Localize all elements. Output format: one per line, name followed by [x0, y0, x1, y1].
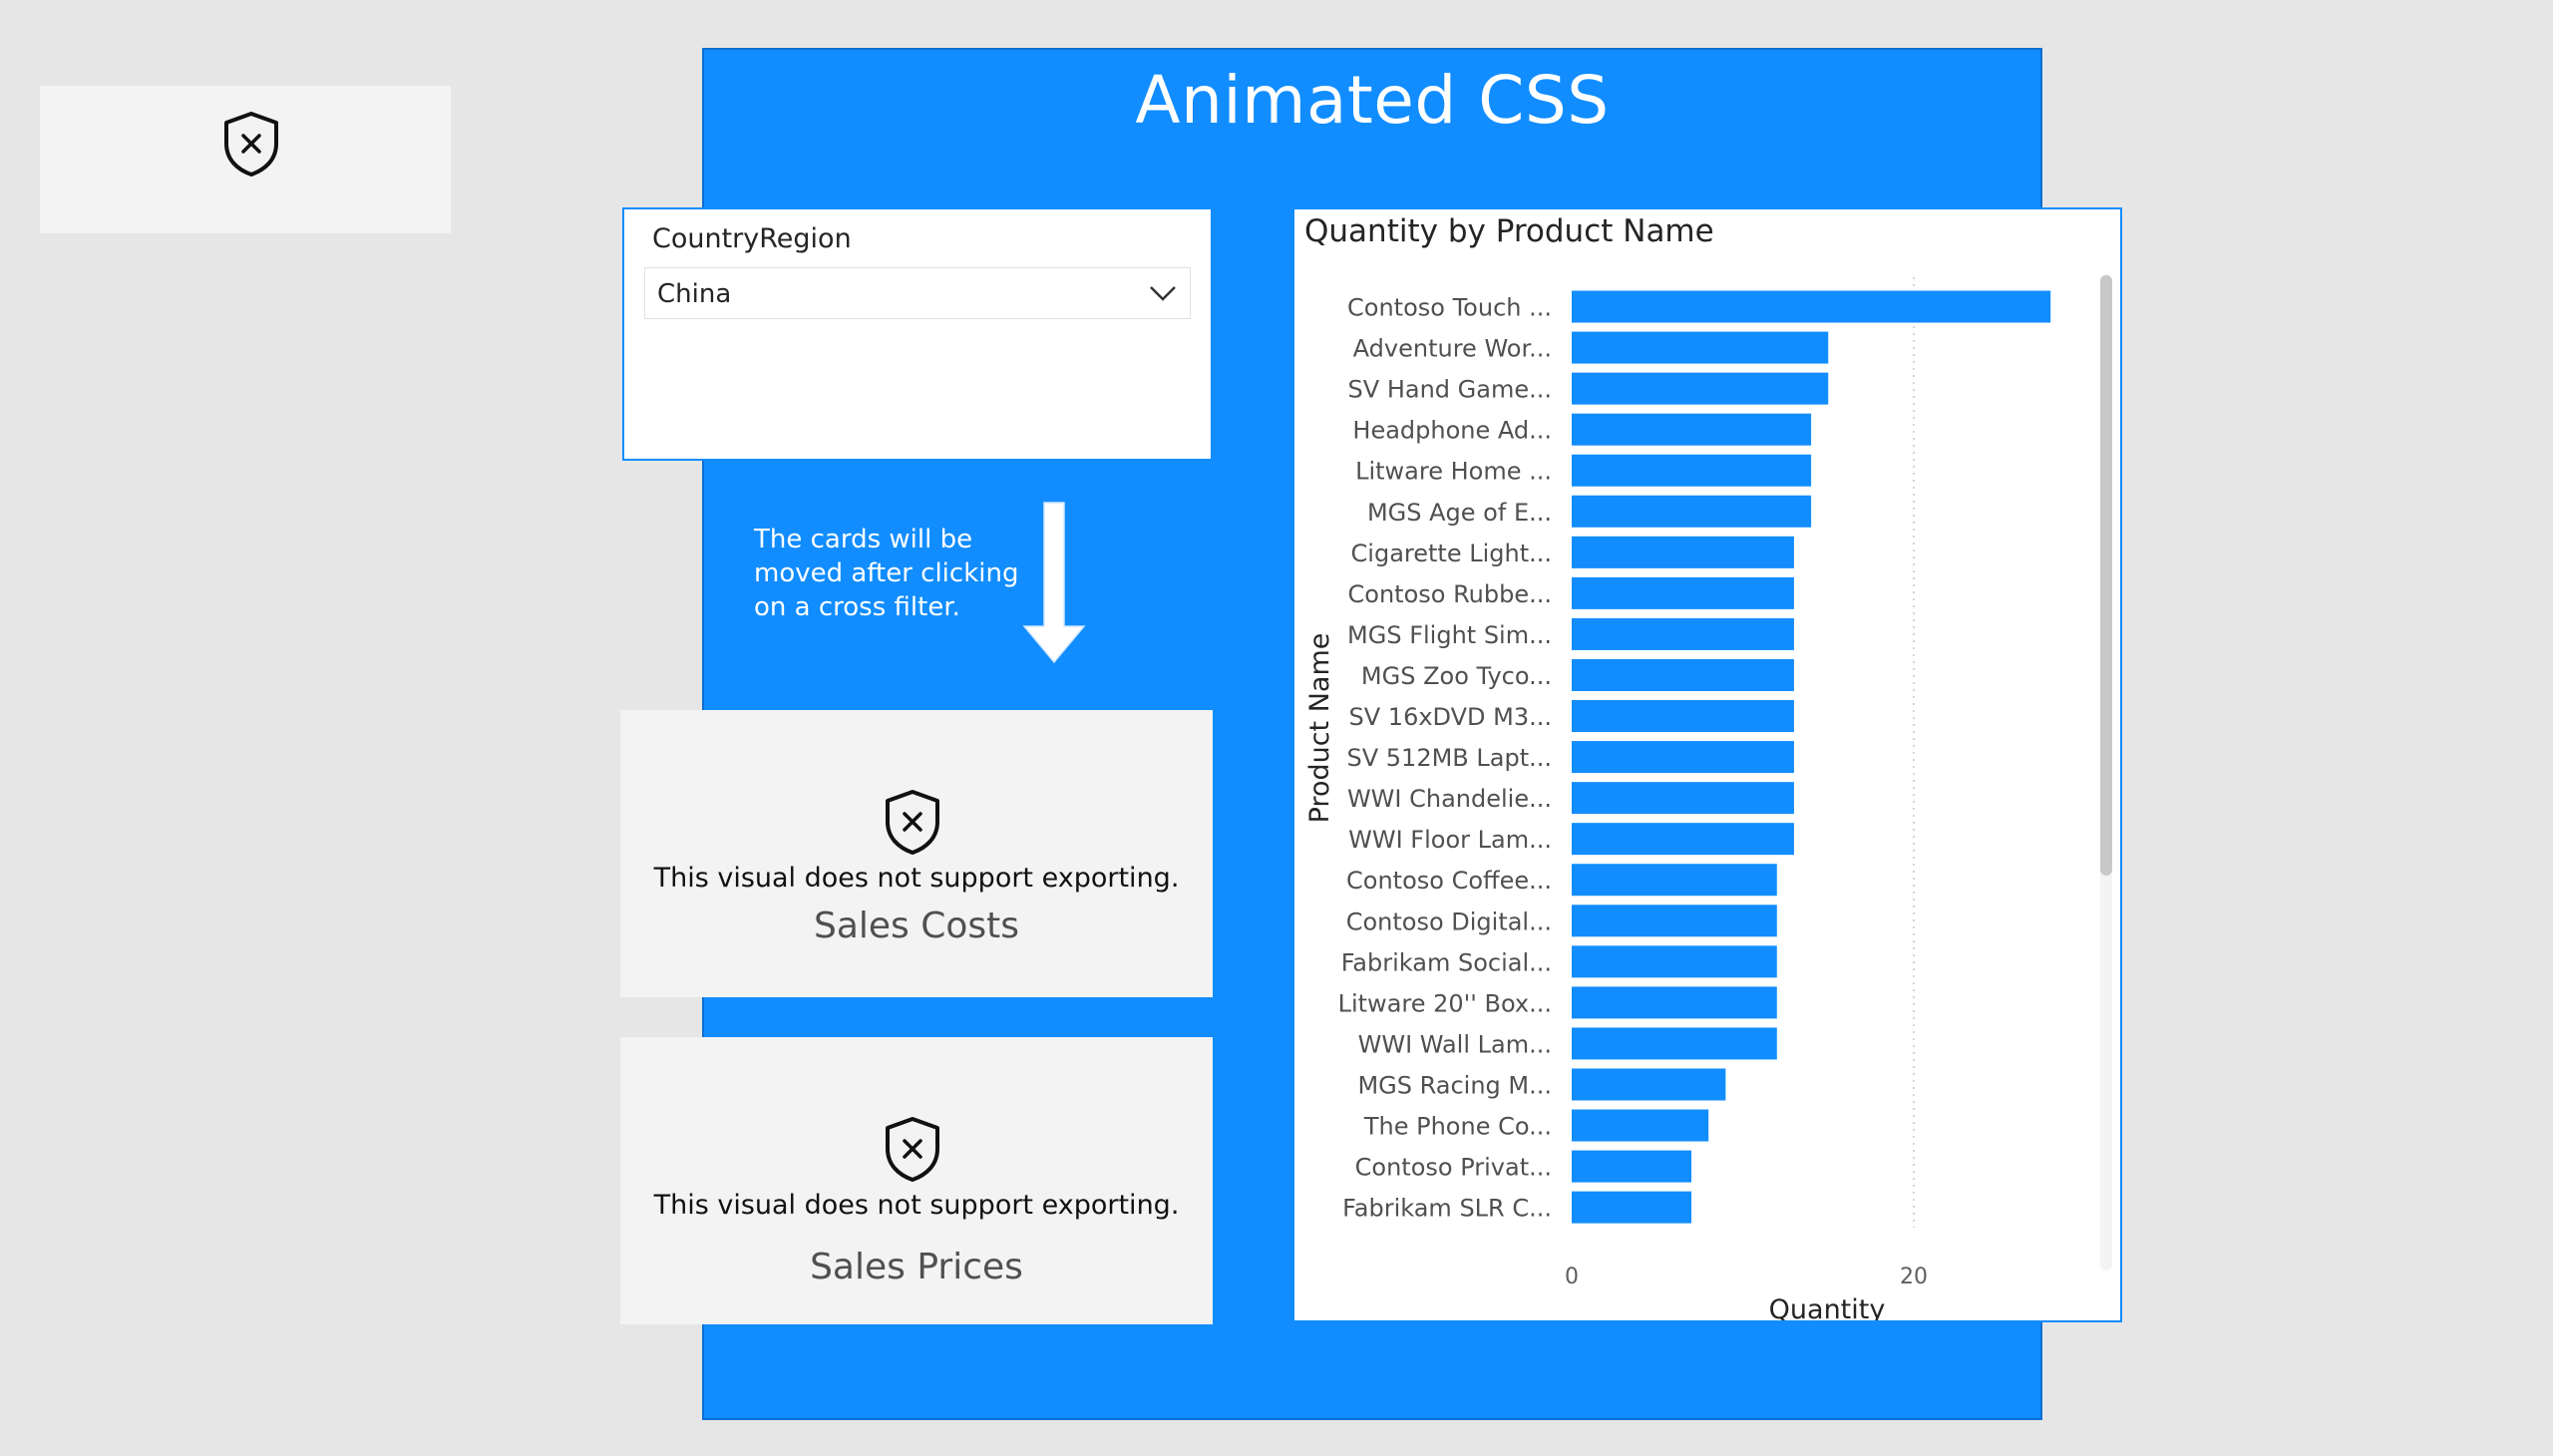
arrow-down-icon — [1022, 502, 1086, 664]
bar — [1572, 986, 1777, 1019]
x-tick-label: 0 — [1565, 1265, 1579, 1289]
bar — [1572, 782, 1794, 815]
category-label: SV 512MB Lapt... — [1347, 744, 1553, 772]
category-label: Fabrikam Social... — [1341, 948, 1552, 976]
page-title: Animated CSS — [1135, 62, 1610, 139]
quantity-bar-chart: Contoso Touch ... Adventure Wor... SV Hand… — [1292, 207, 2122, 1322]
category-label: Adventure Wor... — [1353, 335, 1552, 363]
category-label: WWI Chandelie... — [1347, 785, 1552, 813]
bar — [1572, 372, 1829, 405]
category-label: The Phone Co... — [1363, 1113, 1552, 1141]
category-label: MGS Zoo Tyco... — [1361, 662, 1552, 690]
category-label: SV Hand Game... — [1348, 376, 1552, 404]
bar — [1572, 454, 1812, 487]
card-caption: Sales Prices — [810, 1247, 1023, 1287]
category-label: Contoso Coffee... — [1346, 867, 1552, 895]
bar — [1572, 700, 1794, 733]
bar — [1572, 658, 1794, 691]
shield-x-icon — [886, 1117, 939, 1182]
export-unsupported-message: This visual does not support exporting. — [653, 863, 1180, 894]
x-axis-title: Quantity — [1769, 1294, 1886, 1320]
bar — [1572, 617, 1794, 650]
category-label: MGS Racing M... — [1357, 1071, 1552, 1099]
bar — [1572, 290, 2051, 323]
export-unsupported-message: This visual does not support exporting. — [653, 1190, 1180, 1221]
y-axis-title: Product Name — [1304, 633, 1335, 824]
card-caption: Sales Costs — [813, 906, 1020, 946]
category-label: Headphone Ad... — [1352, 417, 1552, 445]
bar — [1572, 864, 1777, 897]
category-label: WWI Floor Lam... — [1348, 826, 1552, 854]
chart-canvas: Contoso Touch ... Adventure Wor... SV Hand… — [1304, 277, 2051, 1320]
chevron-down-icon — [1150, 286, 1176, 301]
category-label: Cigarette Light... — [1351, 540, 1552, 567]
category-label: Contoso Rubbe... — [1348, 580, 1553, 608]
bar — [1572, 823, 1794, 856]
category-label: SV 16xDVD M3... — [1349, 703, 1552, 731]
blocked-visual-card — [40, 86, 451, 233]
category-label: Litware Home ... — [1355, 458, 1552, 486]
bar — [1572, 331, 1829, 364]
category-label: Fabrikam SLR C... — [1342, 1195, 1552, 1223]
slicer-title: CountryRegion — [652, 223, 852, 254]
bar — [1572, 1027, 1777, 1060]
bar — [1572, 495, 1812, 528]
chart-title: Quantity by Product Name — [1304, 213, 1714, 249]
bar — [1572, 945, 1777, 978]
country-region-slicer: CountryRegion China — [622, 207, 1213, 461]
shield-x-icon — [224, 112, 278, 177]
sales-prices-card: This visual does not support exporting. … — [620, 1037, 1213, 1324]
sales-costs-card: This visual does not support exporting. … — [620, 710, 1213, 997]
bar — [1572, 413, 1812, 446]
bar — [1572, 536, 1794, 568]
category-label: MGS Age of E... — [1367, 499, 1552, 527]
chart-scrollbar-thumb[interactable] — [2100, 275, 2112, 876]
category-label: Contoso Privat... — [1355, 1154, 1552, 1182]
category-label: Contoso Touch ... — [1347, 294, 1552, 322]
category-label: MGS Flight Sim... — [1347, 621, 1552, 649]
shield-x-icon — [886, 790, 939, 855]
bar — [1572, 1191, 1692, 1224]
category-label: WWI Wall Lam... — [1358, 1030, 1552, 1058]
bar — [1572, 1150, 1692, 1183]
category-label: Contoso Digital... — [1346, 908, 1552, 935]
bar — [1572, 576, 1794, 609]
bar — [1572, 741, 1794, 774]
bar — [1572, 1068, 1726, 1101]
country-region-dropdown[interactable]: China — [644, 267, 1191, 319]
bar — [1572, 905, 1777, 937]
slicer-selected-value: China — [657, 279, 732, 309]
x-tick-label: 20 — [1900, 1265, 1928, 1289]
bar — [1572, 1109, 1709, 1142]
category-label: Litware 20'' Box... — [1338, 989, 1552, 1017]
